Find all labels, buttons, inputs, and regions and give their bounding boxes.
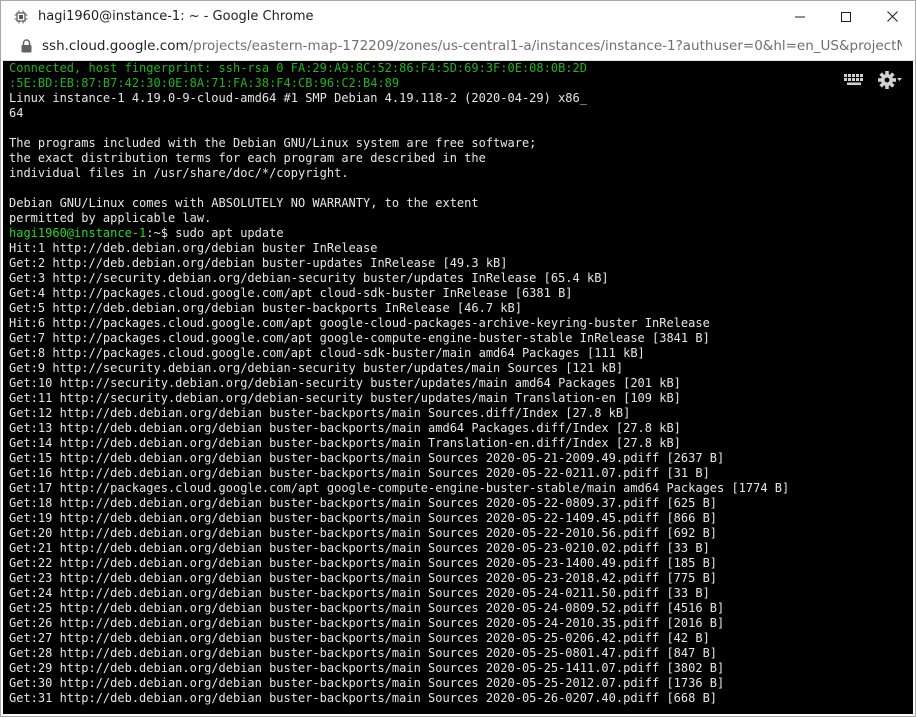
terminal-line: permitted by applicable law.: [9, 211, 212, 225]
chip-icon[interactable]: [13, 9, 29, 25]
gear-icon: [878, 71, 902, 89]
prompt-path: :~$: [146, 226, 176, 240]
minimize-button[interactable]: [777, 1, 823, 32]
maximize-icon: [841, 11, 851, 22]
terminal-line: Get:18 http://deb.debian.org/debian bust…: [9, 496, 718, 510]
url-host: ssh.cloud.google.com: [42, 38, 189, 54]
terminal-line: individual files in /usr/share/doc/*/cop…: [9, 166, 349, 180]
terminal-line: Get:19 http://deb.debian.org/debian bust…: [9, 511, 718, 525]
window-title: hagi1960@instance-1: ~ - Google Chrome: [38, 9, 314, 24]
terminal-line: Get:22 http://deb.debian.org/debian bust…: [9, 556, 718, 570]
terminal-line: Connected, host fingerprint: ssh-rsa 0 F…: [9, 61, 587, 75]
terminal-line: Get:25 http://deb.debian.org/debian bust…: [9, 601, 725, 615]
prompt-user-host: hagi1960@instance-1: [9, 226, 147, 240]
terminal-line: Get:13 http://deb.debian.org/debian bust…: [9, 421, 681, 435]
terminal-line: :5E:BD:EB:87:B7:42:30:0E:8A:71:FA:38:F4:…: [9, 76, 400, 90]
terminal-prompt-line: hagi1960@instance-1:~$ sudo apt update: [9, 226, 789, 241]
terminal-output: Connected, host fingerprint: ssh-rsa 0 F…: [9, 61, 789, 706]
minimize-icon: [795, 16, 805, 17]
terminal-line: Get:10 http://security.debian.org/debian…: [9, 376, 681, 390]
terminal-line: Hit:1 http://deb.debian.org/debian buste…: [9, 241, 378, 255]
settings-button[interactable]: [877, 69, 903, 91]
terminal-line: Get:16 http://deb.debian.org/debian bust…: [9, 466, 710, 480]
terminal-line: Get:15 http://deb.debian.org/debian bust…: [9, 451, 725, 465]
terminal-toolbar: [843, 69, 903, 91]
address-bar[interactable]: ssh.cloud.google.com/projects/eastern-ma…: [1, 32, 915, 61]
keyboard-icon: [844, 74, 863, 85]
url-path: /projects/eastern-map-172209/zones/us-ce…: [188, 38, 902, 54]
terminal-line: Get:12 http://deb.debian.org/debian bust…: [9, 406, 631, 420]
terminal-line: Get:29 http://deb.debian.org/debian bust…: [9, 661, 725, 675]
chevron-down-icon: [897, 78, 902, 81]
terminal-line: Get:30 http://deb.debian.org/debian bust…: [9, 676, 725, 690]
terminal-line: Get:7 http://packages.cloud.google.com/a…: [9, 331, 710, 345]
terminal-line: the exact distribution terms for each pr…: [9, 151, 486, 165]
terminal-line: Get:11 http://security.debian.org/debian…: [9, 391, 681, 405]
terminal-line: Linux instance-1 4.19.0-9-cloud-amd64 #1…: [9, 91, 587, 105]
close-button[interactable]: [869, 1, 915, 32]
terminal-line: Get:4 http://packages.cloud.google.com/a…: [9, 286, 573, 300]
close-icon: [886, 11, 898, 22]
terminal-line: Get:14 http://deb.debian.org/debian bust…: [9, 436, 681, 450]
terminal-line: Get:24 http://deb.debian.org/debian bust…: [9, 586, 710, 600]
terminal-line: Debian GNU/Linux comes with ABSOLUTELY N…: [9, 196, 479, 210]
terminal-line: Get:9 http://security.debian.org/debian-…: [9, 361, 624, 375]
title-bar[interactable]: hagi1960@instance-1: ~ - Google Chrome: [1, 1, 915, 32]
terminal-line: Get:26 http://deb.debian.org/debian bust…: [9, 616, 725, 630]
terminal-line: Get:28 http://deb.debian.org/debian bust…: [9, 646, 718, 660]
prompt-command: sudo apt update: [175, 226, 284, 240]
maximize-button[interactable]: [823, 1, 869, 32]
terminal-line: Hit:6 http://packages.cloud.google.com/a…: [9, 316, 710, 330]
window-controls: [777, 1, 915, 32]
terminal-line: The programs included with the Debian GN…: [9, 136, 537, 150]
url-text[interactable]: ssh.cloud.google.com/projects/eastern-ma…: [42, 38, 902, 54]
terminal-line: Get:20 http://deb.debian.org/debian bust…: [9, 526, 718, 540]
terminal-line: Get:17 http://packages.cloud.google.com/…: [9, 481, 790, 495]
terminal-line: Get:3 http://security.debian.org/debian-…: [9, 271, 609, 285]
keyboard-button[interactable]: [843, 69, 867, 91]
lock-icon[interactable]: [21, 39, 33, 54]
terminal-line: Get:2 http://deb.debian.org/debian buste…: [9, 256, 508, 270]
browser-window: hagi1960@instance-1: ~ - Google Chrome s…: [0, 0, 916, 717]
terminal-line: Get:27 http://deb.debian.org/debian bust…: [9, 631, 710, 645]
terminal-line: Get:21 http://deb.debian.org/debian bust…: [9, 541, 710, 555]
terminal-line: 64: [9, 106, 24, 120]
terminal-line: Get:23 http://deb.debian.org/debian bust…: [9, 571, 718, 585]
terminal-line: Get:31 http://deb.debian.org/debian bust…: [9, 691, 718, 705]
terminal-line: Get:5 http://deb.debian.org/debian buste…: [9, 301, 522, 315]
terminal[interactable]: Connected, host fingerprint: ssh-rsa 0 F…: [3, 61, 913, 714]
terminal-line: Get:8 http://packages.cloud.google.com/a…: [9, 346, 645, 360]
